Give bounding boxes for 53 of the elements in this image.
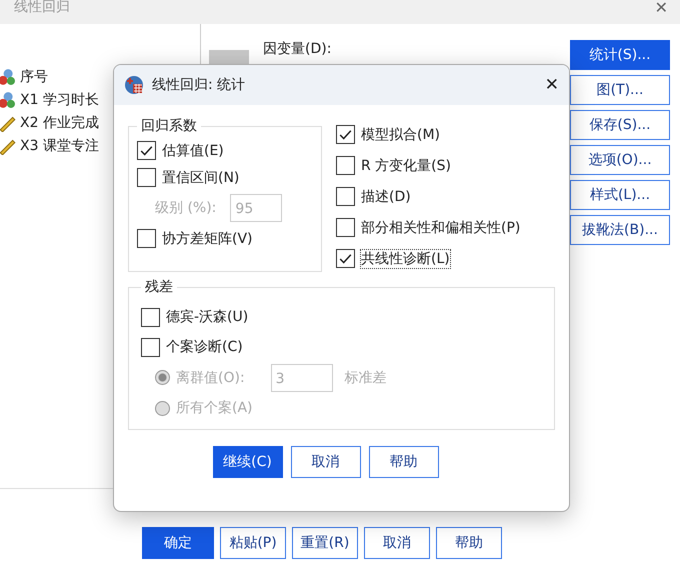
checkbox[interactable] (336, 249, 355, 268)
dependent-label: 因变量(D): (263, 41, 332, 57)
checkbox[interactable] (137, 168, 156, 187)
dialog-button[interactable]: 图(T)... (570, 75, 670, 105)
dialog-button[interactable]: 粘贴(P) (220, 527, 286, 559)
checkbox[interactable] (336, 156, 355, 175)
variable-icon (0, 68, 16, 86)
checkbox[interactable] (336, 187, 355, 206)
variable-item[interactable]: 序号 (20, 68, 48, 86)
checkbox-label: 描述(D) (361, 188, 411, 206)
checkbox-label: 个案诊断(C) (166, 338, 243, 356)
dialog-button[interactable]: 帮助 (436, 527, 502, 559)
radio-label: 所有个案(A) (176, 399, 253, 417)
dialog-button[interactable]: 取消 (290, 446, 360, 478)
close-button[interactable]: ✕ (544, 75, 559, 95)
checkbox-label: 共线性诊断(L) (361, 250, 450, 268)
checkbox[interactable] (137, 141, 156, 160)
level-label: 级别 (%): (155, 199, 216, 217)
dialog-button[interactable]: 选项(O)... (570, 145, 670, 175)
dialog-button[interactable]: 确定 (142, 527, 214, 559)
dialog-button[interactable]: 保存(S)... (570, 110, 670, 140)
dialog-button[interactable]: 帮助 (368, 446, 438, 478)
dialog-button[interactable]: 继续(C) (212, 446, 282, 478)
checkbox-label: R 方变化量(S) (361, 156, 451, 174)
variable-item[interactable]: X2 作业完成 (20, 114, 99, 132)
checkbox-label: 协方差矩阵(V) (162, 230, 253, 248)
dialog-button[interactable]: 拔靴法(B)... (570, 215, 670, 245)
app-icon (124, 75, 144, 95)
unit-label: 标准差 (344, 368, 387, 386)
checkbox[interactable] (137, 229, 156, 248)
ruler-icon (0, 114, 16, 132)
ruler-icon (0, 137, 16, 155)
group-title: 回归系数 (140, 117, 198, 135)
variable-icon (0, 91, 16, 109)
checkbox[interactable] (336, 125, 355, 144)
checkbox[interactable] (336, 218, 355, 237)
checkbox-label: 模型拟合(M) (361, 126, 440, 144)
variable-item[interactable]: X3 课堂专注 (20, 137, 99, 155)
checkbox-label: 估算值(E) (162, 142, 224, 160)
checkbox[interactable] (141, 338, 160, 356)
dialog-button[interactable]: 取消 (364, 527, 430, 559)
dialog-title: 线性回归: 统计 (152, 76, 246, 94)
checkbox-label: 德宾-沃森(U) (166, 308, 248, 326)
dialog-button[interactable]: 统计(S)... (570, 40, 670, 70)
dialog-button[interactable]: 样式(L)... (570, 180, 670, 210)
radio-label: 离群值(O): (176, 368, 245, 386)
checkbox-label: 置信区间(N) (162, 168, 240, 186)
group-title: 残差 (144, 278, 174, 296)
close-button[interactable]: ✕ (654, 0, 668, 16)
checkbox[interactable] (141, 308, 160, 326)
checkbox-label: 部分相关性和偏相关性(P) (361, 218, 520, 236)
variable-item[interactable]: X1 学习时长 (20, 91, 99, 109)
dialog-button[interactable]: 重置(R) (292, 527, 358, 559)
